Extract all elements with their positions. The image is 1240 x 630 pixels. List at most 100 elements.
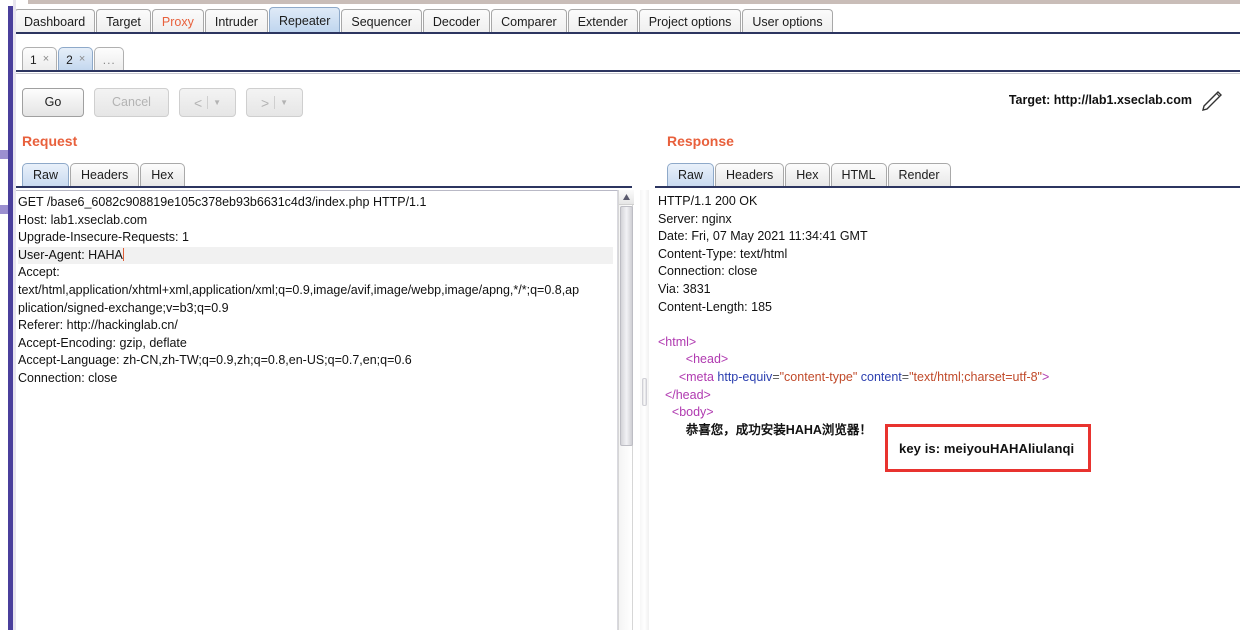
main-tab-label: Proxy <box>161 14 194 29</box>
response-header-line: Content-Length: 185 <box>658 299 1236 317</box>
response-body-line: <meta http-equiv="content-type" content=… <box>658 369 1236 387</box>
response-header-line: Content-Type: text/html <box>658 246 1236 264</box>
button-separator <box>207 96 209 109</box>
main-tab-proxy[interactable]: Proxy <box>151 9 204 34</box>
response-header-text: Date: Fri, 07 May 2021 11:34:41 GMT <box>658 229 868 244</box>
chevron-down-icon: ▼ <box>213 97 222 107</box>
close-icon[interactable]: × <box>79 54 85 65</box>
response-token-cjk: 恭喜您，成功安装HAHA浏览器！ <box>685 422 872 437</box>
response-header-text: Server: nginx <box>658 211 732 226</box>
request-editor[interactable]: GET /base6_6082c908819e105c378eb93b6631c… <box>14 190 618 630</box>
response-panel-title: Response <box>667 133 734 149</box>
request-tab-label: Headers <box>81 168 129 183</box>
response-header-text: Content-Length: 185 <box>658 299 772 314</box>
panel-splitter[interactable] <box>640 190 649 630</box>
request-line: GET /base6_6082c908819e105c378eb93b6631c… <box>18 194 613 212</box>
response-tab-headers[interactable]: Headers <box>715 163 785 187</box>
response-tab-raw[interactable]: Raw <box>667 163 715 187</box>
response-token-tag: </head> <box>664 387 711 402</box>
main-tab-dashboard[interactable]: Dashboard <box>14 9 96 34</box>
request-tab-hex[interactable]: Hex <box>140 163 185 187</box>
request-tab-headers[interactable]: Headers <box>70 163 140 187</box>
response-viewer[interactable]: HTTP/1.1 200 OK Server: nginx Date: Fri, 0… <box>655 190 1240 630</box>
request-line: Accept-Encoding: gzip, deflate <box>18 335 613 353</box>
repeater-subtab-label: 1 <box>30 52 37 67</box>
request-line: Accept: <box>18 264 613 282</box>
response-view-tabs: Raw Headers Hex HTML Render <box>667 161 952 187</box>
response-blank-line <box>658 316 1236 334</box>
response-header-line: Server: nginx <box>658 211 1236 229</box>
repeater-toolbar: Go Cancel < ▼ > ▼ Target: http://lab1.xs… <box>22 88 1232 122</box>
response-tab-label: Hex <box>796 168 819 183</box>
repeater-subtab-1[interactable]: 1 × <box>22 47 58 71</box>
response-tab-html[interactable]: HTML <box>830 163 887 187</box>
main-tab-project-options[interactable]: Project options <box>638 9 742 34</box>
previous-request-button[interactable]: < ▼ <box>179 88 236 117</box>
main-tab-label: Dashboard <box>24 14 86 29</box>
repeater-subtab-more[interactable]: ... <box>94 47 125 71</box>
request-line: User-Agent: HAHA <box>18 246 613 265</box>
request-line: Upgrade-Insecure-Requests: 1 <box>18 229 613 247</box>
response-header-text: Content-Type: text/html <box>658 246 788 261</box>
response-token-attr: content <box>860 369 902 384</box>
request-line-text: Upgrade-Insecure-Requests: 1 <box>18 230 189 245</box>
main-tab-intruder[interactable]: Intruder <box>204 9 268 34</box>
go-button[interactable]: Go <box>22 88 84 117</box>
main-tab-label: Extender <box>577 14 628 29</box>
repeater-subtab-2[interactable]: 2 × <box>58 47 94 71</box>
cancel-button[interactable]: Cancel <box>94 88 169 117</box>
main-tab-label: Intruder <box>214 14 258 29</box>
key-callout-text: key is: meiyouHAHAliulanqi <box>899 440 1075 456</box>
chevron-right-icon: > <box>260 94 270 111</box>
go-button-label: Go <box>44 95 62 110</box>
scroll-up-arrow-icon[interactable] <box>619 190 634 205</box>
edit-target-button[interactable] <box>1198 88 1224 116</box>
request-line: Host: lab1.xseclab.com <box>18 212 613 230</box>
request-line-text: Accept-Language: zh-CN,zh-TW;q=0.9,zh;q=… <box>18 353 412 368</box>
request-line: Accept-Language: zh-CN,zh-TW;q=0.9,zh;q=… <box>18 352 613 370</box>
response-header-text: Connection: close <box>658 264 758 279</box>
response-tab-render[interactable]: Render <box>887 163 951 187</box>
repeater-subtabbar-underline <box>14 70 1240 72</box>
response-tab-label: Headers <box>726 168 774 183</box>
scrollbar-thumb[interactable] <box>620 206 633 446</box>
response-token-tag: <meta <box>678 369 718 384</box>
main-tab-sequencer[interactable]: Sequencer <box>341 9 422 34</box>
main-tab-comparer[interactable]: Comparer <box>491 9 567 34</box>
main-tab-repeater[interactable]: Repeater <box>268 7 341 34</box>
left-accent-rail-gap <box>8 0 13 6</box>
main-tab-extender[interactable]: Extender <box>567 9 638 34</box>
close-icon[interactable]: × <box>43 54 49 65</box>
chevron-left-icon: < <box>193 94 203 111</box>
response-tab-hex[interactable]: Hex <box>785 163 830 187</box>
request-line: Connection: close <box>18 370 613 388</box>
next-request-button[interactable]: > ▼ <box>246 88 303 117</box>
main-tab-label: User options <box>752 14 823 29</box>
rail-marker-upper <box>0 150 8 159</box>
request-vertical-scrollbar[interactable] <box>618 190 634 630</box>
main-tab-label: Repeater <box>278 13 331 28</box>
main-tab-label: Project options <box>648 14 732 29</box>
main-tab-target[interactable]: Target <box>96 9 151 34</box>
response-header-text: Via: 3831 <box>658 281 711 296</box>
panel-splitter-grip[interactable] <box>642 378 647 406</box>
response-body-line: <head> <box>658 351 1236 369</box>
response-header-line: HTTP/1.1 200 OK <box>658 193 1236 211</box>
request-line-text: User-Agent: HAHA <box>18 247 123 262</box>
request-line-text: text/html,application/xhtml+xml,applicat… <box>18 282 580 297</box>
response-token-val: "text/html;charset=utf-8" <box>909 369 1042 384</box>
repeater-subtabbar: 1 × 2 ×... <box>22 44 1240 71</box>
request-line-text: Referer: http://hackinglab.cn/ <box>18 318 178 333</box>
main-tab-user-options[interactable]: User options <box>742 9 833 34</box>
request-panel-title: Request <box>22 133 78 149</box>
repeater-subtab-label: ... <box>102 52 116 67</box>
request-line-text: Accept: <box>18 265 60 280</box>
response-tab-label: Raw <box>678 168 704 183</box>
request-line-text: Connection: close <box>18 370 118 385</box>
main-tab-decoder[interactable]: Decoder <box>422 9 491 34</box>
request-tab-raw[interactable]: Raw <box>22 163 70 187</box>
rail-marker-lower <box>0 205 8 214</box>
response-body-line: <html> <box>658 334 1236 352</box>
text-caret <box>122 247 124 261</box>
response-tabs-rule <box>655 186 1240 188</box>
